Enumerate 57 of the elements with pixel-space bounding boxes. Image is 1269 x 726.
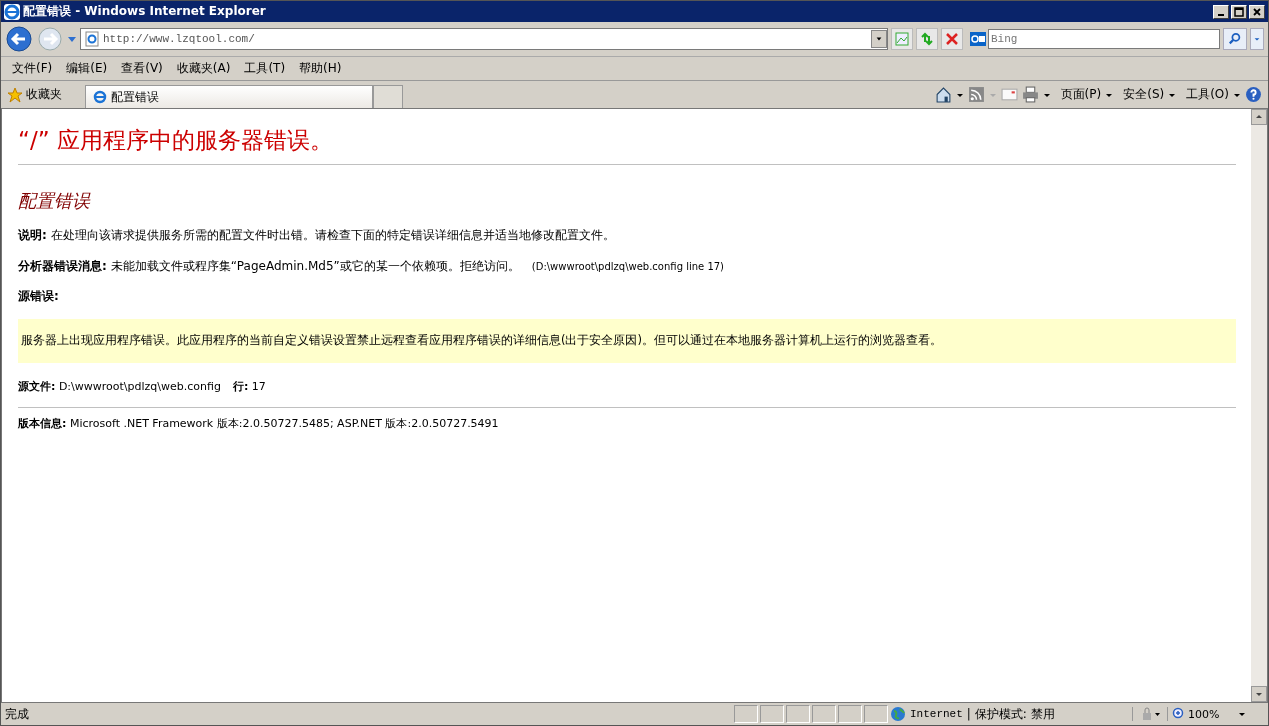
maximize-button[interactable] (1231, 4, 1247, 19)
zoom-button[interactable]: 100% (1167, 707, 1252, 721)
favorites-button[interactable]: 收藏夹 (7, 86, 85, 103)
source-error-label: 源错误: (18, 288, 60, 305)
error-subheading: 配置错误 (18, 189, 92, 213)
menu-item[interactable]: 帮助(H) (294, 58, 347, 79)
status-panel (812, 705, 836, 723)
url-text: http://www.lzqtool.com/ (103, 33, 256, 45)
search-button[interactable] (1223, 28, 1247, 50)
command-menu[interactable]: 页面(P) (1060, 86, 1102, 103)
ie-logo-icon (92, 89, 108, 105)
scroll-up-button[interactable] (1251, 109, 1267, 125)
address-field[interactable]: http://www.lzqtool.com/ (80, 28, 888, 50)
menu-item[interactable]: 收藏夹(A) (171, 58, 236, 79)
search-field[interactable]: Bing (988, 29, 1220, 49)
stop-icon[interactable] (941, 28, 963, 50)
printer-icon[interactable] (1021, 86, 1039, 103)
star-icon (7, 86, 23, 103)
source-error-text: 服务器上出现应用程序错误。此应用程序的当前自定义错误设置禁止远程查看应用程序错误的详细信息(出于安全原因)。但可以通过在本地服务器计算机上运行的浏览器查看。 (21, 333, 942, 347)
search-provider-icon (970, 31, 986, 47)
status-panel (838, 705, 862, 723)
help-icon[interactable] (1245, 86, 1262, 103)
status-panel (864, 705, 888, 723)
vertical-scrollbar[interactable] (1251, 109, 1267, 702)
history-dropdown-icon[interactable] (67, 34, 77, 44)
menu-item[interactable]: 文件(F) (7, 58, 58, 79)
ie-logo-icon (4, 3, 20, 20)
close-button[interactable] (1249, 4, 1265, 19)
menu-item[interactable]: 工具(T) (239, 58, 291, 79)
browser-tab[interactable]: 配置错误 (85, 85, 373, 108)
zone-text: Internet (910, 708, 963, 720)
menu-item[interactable]: 编辑(E) (61, 58, 113, 79)
address-dropdown-button[interactable] (871, 30, 887, 48)
command-menu[interactable]: 工具(O) (1186, 86, 1229, 103)
source-file-text: 源文件: D:\wwwroot\pdlzq\web.config (18, 379, 221, 394)
source-line-text: 行: 17 (232, 379, 266, 394)
globe-icon (890, 706, 906, 722)
error-location-text: (D:\wwwroot\pdlzq\web.config line 17) (531, 261, 724, 272)
protected-mode-text: 保护模式: 禁用 (974, 705, 1055, 723)
status-panel (760, 705, 784, 723)
parser-error-message: 分析器错误消息: 未能加载文件或程序集“PageAdmin.Md5”或它的某一个依赖项。拒绝访问。 (18, 258, 520, 275)
status-separator: | (966, 707, 971, 721)
home-icon[interactable] (934, 86, 952, 103)
window-title: 配置错误 - Windows Internet Explorer (23, 3, 267, 20)
page-icon (84, 31, 100, 47)
menu-item[interactable]: 查看(V) (116, 58, 168, 79)
status-text: 完成 (4, 705, 30, 723)
scroll-down-button[interactable] (1251, 686, 1267, 702)
command-menu[interactable]: 安全(S) (1123, 86, 1165, 103)
status-panel (786, 705, 810, 723)
back-button[interactable] (5, 25, 33, 53)
minimize-button[interactable] (1213, 4, 1229, 19)
caret-icon (1238, 710, 1246, 718)
status-panel (734, 705, 758, 723)
description-text: 说明: 在处理向该请求提供服务所需的配置文件时出错。请检查下面的特定错误详细信息并适当地修改配置文件。 (18, 227, 616, 244)
error-heading: “/” 应用程序中的服务器错误。 (18, 126, 334, 155)
version-info-text: 版本信息: Microsoft .NET Framework 版本:2.0.50727.5485; ASP.NET 版本:2.0.50727.5491 (18, 416, 500, 431)
